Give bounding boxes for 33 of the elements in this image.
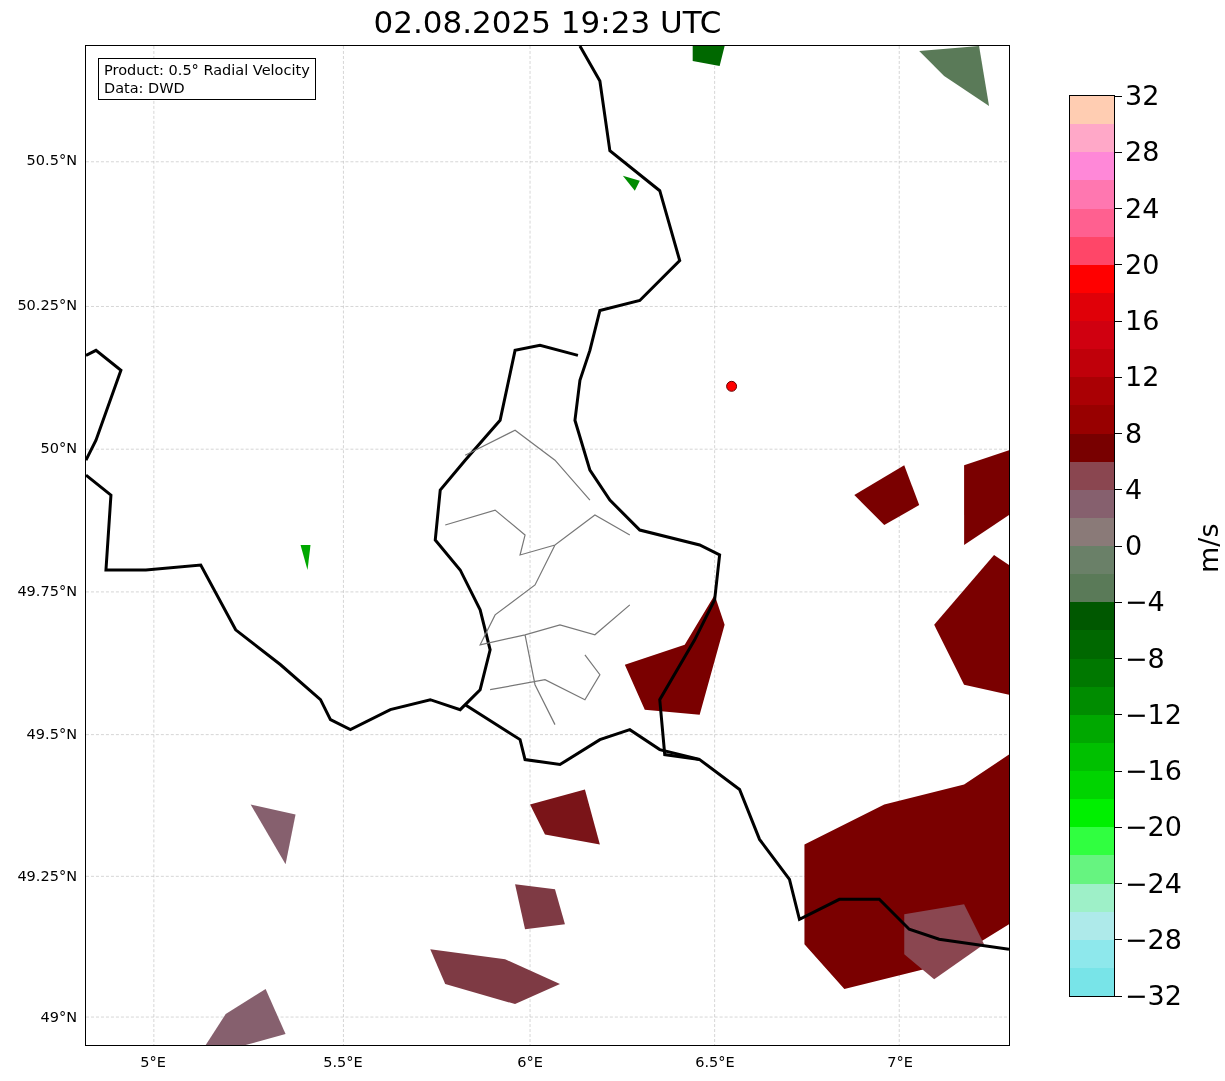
colorbar-tick-label: −8 — [1115, 643, 1165, 674]
colorbar-tick-label: −28 — [1115, 924, 1182, 955]
colorbar-tick-label: −16 — [1115, 756, 1182, 786]
colorbar-tick-label: 24 — [1115, 193, 1160, 224]
axis-tick-label: 6.5°E — [695, 1053, 735, 1072]
axis-tick-label: 49.75°N — [17, 582, 77, 602]
colorbar-tick-label: 20 — [1115, 249, 1160, 280]
colorbar-tick-label: 28 — [1115, 137, 1160, 168]
colorbar-tick-label: 0 — [1115, 531, 1143, 561]
info-text: Product: 0.5° Radial Velocity — [104, 61, 310, 79]
chart-title: 02.08.2025 19:23 UTC — [372, 3, 723, 42]
axis-tick-label: 5.5°E — [323, 1053, 363, 1072]
axis-tick-label: 5°E — [140, 1053, 166, 1072]
axis-tick-label: 50°N — [40, 439, 77, 459]
colorbar-label: m/s — [1192, 523, 1225, 573]
colorbar-tick-label: −12 — [1115, 699, 1182, 730]
axis-tick-label: 49.25°N — [17, 867, 77, 887]
colorbar-tick-label: −20 — [1115, 812, 1182, 843]
info-text: Data: DWD — [104, 79, 186, 97]
colorbar-tick-label: 8 — [1115, 418, 1143, 449]
colorbar-tick-label: 32 — [1115, 81, 1160, 111]
colorbar-tick-label: −32 — [1115, 981, 1182, 1011]
axis-tick-label: 49°N — [40, 1008, 77, 1028]
colorbar-tick-label: 16 — [1115, 306, 1160, 336]
axis-tick-label: 6°E — [517, 1053, 543, 1072]
axis-tick-label: 50.25°N — [17, 296, 77, 316]
colorbar-tick-label: 12 — [1115, 362, 1160, 393]
axis-tick-label: 7°E — [887, 1053, 913, 1072]
colorbar-tick-label: −4 — [1115, 587, 1165, 618]
colorbar-tick-label: 4 — [1115, 474, 1143, 505]
axis-tick-label: 50.5°N — [26, 151, 77, 171]
colorbar-tick-label: −24 — [1115, 868, 1182, 899]
axis-tick-label: 49.5°N — [26, 725, 77, 745]
